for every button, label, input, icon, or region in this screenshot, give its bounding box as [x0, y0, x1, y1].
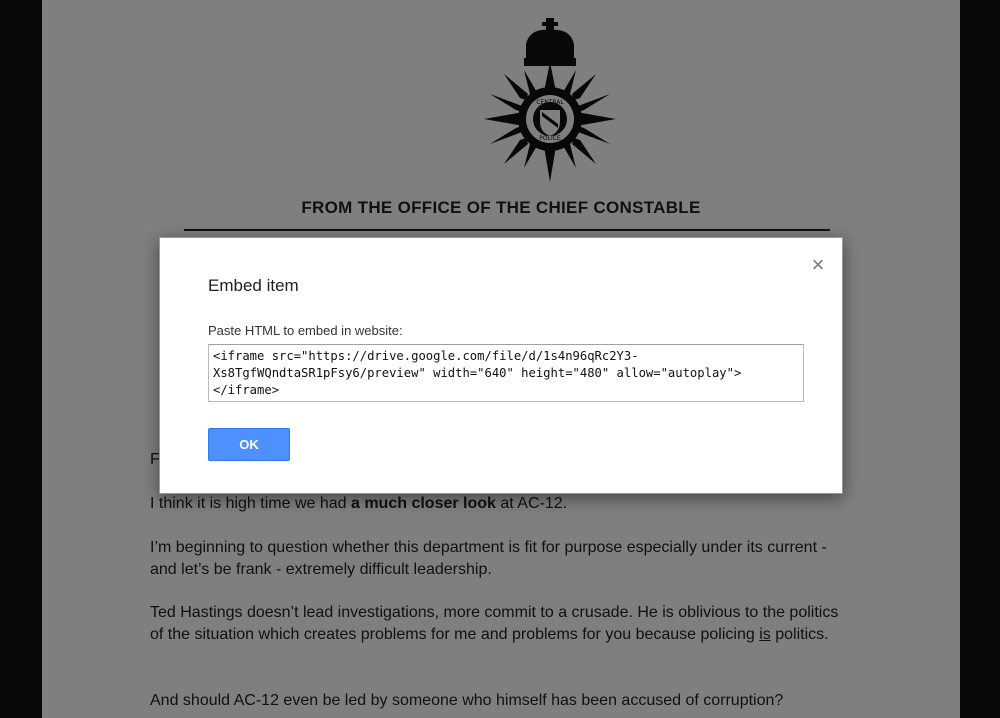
- ok-button[interactable]: OK: [208, 428, 290, 461]
- dialog-title: Embed item: [208, 276, 299, 295]
- close-icon[interactable]: ×: [806, 253, 830, 277]
- embed-item-dialog: Embed item × Paste HTML to embed in webs…: [159, 237, 843, 494]
- embed-code-textarea[interactable]: <iframe src="https://drive.google.com/fi…: [208, 344, 804, 402]
- embed-field-label: Paste HTML to embed in website:: [208, 323, 403, 338]
